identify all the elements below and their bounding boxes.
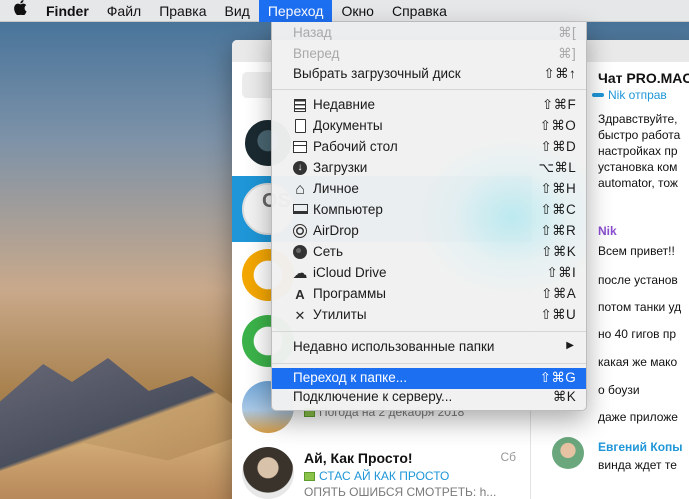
menu-item-downloads[interactable]: ↓ Загрузки ⌥⌘L xyxy=(272,158,586,179)
menu-item-network[interactable]: Сеть ⇧⌘K xyxy=(272,242,586,263)
menu-item-recents[interactable]: Недавние ⇧⌘F xyxy=(272,95,586,116)
menu-item-back[interactable]: Назад ⌘[ xyxy=(272,23,586,44)
photo-avatar xyxy=(242,447,294,499)
menu-item-icloud-drive[interactable]: ☁ iCloud Drive ⇧⌘I xyxy=(272,263,586,284)
menu-bar: Finder Файл Правка Вид Переход Окно Спра… xyxy=(0,0,689,22)
message-line: но 40 гигов пр xyxy=(598,327,677,341)
message-line: винда ждет те xyxy=(598,458,677,472)
message-line: Здравствуйте, xyxy=(598,112,678,126)
menu-file[interactable]: Файл xyxy=(98,0,150,22)
sender-name[interactable]: Евгений Копы xyxy=(598,440,683,454)
menu-edit[interactable]: Правка xyxy=(150,0,215,22)
menu-separator xyxy=(272,89,586,90)
menu-go[interactable]: Переход xyxy=(258,0,333,22)
sender-name[interactable]: Nik xyxy=(598,224,617,238)
menu-separator xyxy=(272,331,586,332)
message-line: быстро работа xyxy=(598,128,681,142)
menu-item-airdrop[interactable]: AirDrop ⇧⌘R xyxy=(272,221,586,242)
apple-icon[interactable] xyxy=(0,0,37,22)
chat-name: Ай, Как Просто! xyxy=(304,450,413,466)
chat-snippet: СТАС АЙ КАК ПРОСТО ОПЯТЬ ОШИБСЯ СМОТРЕТЬ… xyxy=(304,469,497,499)
documents-icon xyxy=(292,119,308,134)
message-line: настройках пр xyxy=(598,144,678,158)
computer-icon xyxy=(292,203,308,218)
message-line: Всем привет!! xyxy=(598,244,675,258)
chat-time: Сб xyxy=(500,450,516,464)
menu-item-forward[interactable]: Вперед ⌘] xyxy=(272,44,586,65)
menu-item-go-to-folder[interactable]: Переход к папке... ⇧⌘G xyxy=(272,368,586,389)
message-line: даже приложе xyxy=(598,410,678,424)
message-line: установка ком xyxy=(598,160,678,174)
menu-item-startup-disk[interactable]: Выбрать загрузочный диск ⇧⌘↑ xyxy=(272,64,586,85)
menu-finder[interactable]: Finder xyxy=(37,0,98,22)
utilities-icon: ✕ xyxy=(294,308,306,323)
menu-view[interactable]: Вид xyxy=(216,0,259,22)
downloads-icon: ↓ xyxy=(292,161,308,176)
menu-item-home[interactable]: ⌂ Личное ⇧⌘H xyxy=(272,179,586,200)
message-line: после установ xyxy=(598,273,678,287)
menu-item-recent-folders[interactable]: Недавно использованные папки ▶ xyxy=(272,337,586,358)
chat-row[interactable]: Ай, Как Просто! Сб СТАС АЙ КАК ПРОСТО ОП… xyxy=(232,440,532,499)
menu-help[interactable]: Справка xyxy=(383,0,456,22)
conversation-subtitle: Nik отправ xyxy=(592,88,667,102)
message-line: потом танки уд xyxy=(598,300,682,314)
home-icon: ⌂ xyxy=(295,181,305,198)
menu-item-utilities[interactable]: ✕ Утилиты ⇧⌘U xyxy=(272,305,586,326)
icloud-icon: ☁ xyxy=(292,265,308,282)
message-line: какая же мако xyxy=(598,355,678,369)
typing-indicator-icon xyxy=(592,93,604,97)
message-line: о боузи xyxy=(598,383,640,397)
network-icon xyxy=(292,245,308,260)
go-menu-dropdown: Назад ⌘[ Вперед ⌘] Выбрать загрузочный д… xyxy=(271,22,587,411)
menu-item-connect-to-server[interactable]: Подключение к серверу... ⌘K xyxy=(272,387,586,408)
image-icon xyxy=(304,472,315,481)
menu-item-documents[interactable]: Документы ⇧⌘O xyxy=(272,116,586,137)
conversation-title: Чат PRO.MAC xyxy=(598,70,689,86)
menu-item-desktop[interactable]: Рабочий стол ⇧⌘D xyxy=(272,137,586,158)
airdrop-icon xyxy=(292,224,308,239)
message-line: automator, тож xyxy=(598,176,678,190)
user-avatar[interactable] xyxy=(552,437,584,469)
menu-window[interactable]: Окно xyxy=(332,0,383,22)
menu-separator xyxy=(272,363,586,364)
menu-item-computer[interactable]: Компьютер ⇧⌘C xyxy=(272,200,586,221)
menu-item-applications[interactable]: A Программы ⇧⌘A xyxy=(272,284,586,305)
desktop-icon xyxy=(292,140,308,155)
recents-icon xyxy=(292,98,308,113)
chevron-right-icon: ▶ xyxy=(566,340,574,351)
applications-icon: A xyxy=(295,287,305,302)
